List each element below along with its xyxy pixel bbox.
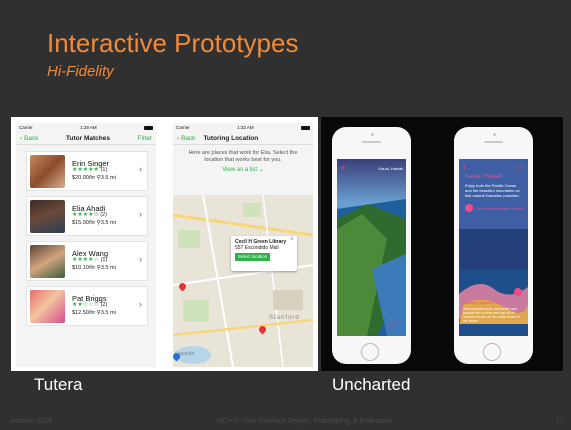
- rating-count: (1): [100, 167, 108, 174]
- slide-title: Interactive Prototypes: [47, 28, 299, 58]
- screen-title: Tutoring Location: [203, 134, 259, 142]
- back-label: Back: [180, 134, 196, 142]
- caption-tutera: Tutera: [34, 375, 83, 394]
- chevron-left-icon[interactable]: ‹: [463, 162, 466, 172]
- rating-stars: ★★★★☆: [72, 257, 99, 264]
- tutor-row-alex[interactable]: Alex Wang ★★★★☆ (1) $10.10/hr ⚲3.5 mi ›: [26, 241, 148, 281]
- phone-mockup-1: ≡ Kauai, Hawaii ♡: [332, 127, 411, 364]
- rating-stars: ★★★★½: [72, 212, 99, 219]
- location-popup: Cecil H Green Library 557 Escondido Mall…: [231, 236, 297, 271]
- hourly-rate: $15.00/hr: [72, 219, 96, 226]
- tutoring-location-screen: Carrier 1:32 AM ‹ Back Tutoring Location…: [173, 123, 313, 367]
- speaker-icon: [484, 141, 503, 143]
- avatar: [30, 289, 65, 323]
- chevron-right-icon: ›: [139, 299, 142, 309]
- binoculars-icon: [514, 288, 522, 296]
- nav-bar: ‹ Back Tutor Matches Filter: [16, 132, 156, 145]
- phone2-item2-description: See beautiful coral, sea turtles and tro…: [463, 307, 520, 323]
- distance: 3.5 mi: [100, 174, 116, 181]
- rating-stars: ★★★★★: [72, 167, 99, 174]
- back-label: Back: [23, 134, 39, 142]
- nav-bar: ‹ Back Tutoring Location: [173, 132, 313, 145]
- status-bar: Carrier 1:32 AM: [173, 123, 313, 132]
- phone1-place: Kauai, Hawaii: [378, 166, 403, 171]
- select-location-button[interactable]: Select location: [235, 253, 271, 261]
- home-button[interactable]: [483, 343, 501, 361]
- slide-subtitle: Hi-Fidelity: [47, 63, 114, 80]
- footer-term: Autumn 2014: [10, 418, 52, 425]
- footer-page-number: 17: [556, 418, 564, 425]
- carrier-label: Carrier: [19, 125, 33, 130]
- phone2-item1[interactable]: Crash at the Beach Hostel: [476, 206, 523, 211]
- view-as-list-link[interactable]: View as a list ⌄: [173, 166, 313, 173]
- avatar: [30, 154, 65, 188]
- close-icon[interactable]: ×: [290, 236, 294, 243]
- distance: 3.5 mi: [100, 309, 116, 316]
- phone2-description: Enjoy both the Pacific Ocean and the bea…: [465, 183, 520, 198]
- rating-stars: ★★☆☆☆: [72, 302, 99, 309]
- battery-icon: [144, 125, 153, 130]
- rating-count: (2): [100, 302, 108, 309]
- hostel-icon: [465, 204, 473, 212]
- phone2-place: Kauai, Hawaii: [465, 174, 502, 180]
- filter-button[interactable]: Filter: [138, 135, 152, 142]
- map-graphic: [173, 195, 313, 367]
- avatar: [30, 199, 65, 233]
- status-time: 1:29 AM: [80, 125, 97, 130]
- heart-icon[interactable]: ♡: [514, 162, 523, 176]
- phone1-screen: ≡ Kauai, Hawaii ♡: [337, 159, 406, 336]
- chevron-right-icon: ›: [139, 209, 142, 219]
- kauai-coast-image: [337, 159, 406, 336]
- slide: Interactive Prototypes Hi-Fidelity Carri…: [0, 0, 571, 430]
- view-as-list-label: View as a list: [222, 167, 258, 173]
- phone-mockup-2: ‹ ♡ Kauai, Hawaii Enjoy both the Pacific…: [454, 127, 533, 364]
- chevron-right-icon: ›: [139, 164, 142, 174]
- phone2-screen: ‹ ♡ Kauai, Hawaii Enjoy both the Pacific…: [459, 159, 528, 336]
- battery-icon: [301, 125, 310, 130]
- hourly-rate: $12.50/hr: [72, 309, 96, 316]
- tutera-panel: Carrier 1:29 AM ‹ Back Tutor Matches Fil…: [11, 117, 318, 371]
- carrier-label: Carrier: [176, 125, 190, 130]
- menu-icon[interactable]: ≡: [341, 165, 345, 172]
- screen-title: Tutor Matches: [66, 134, 110, 142]
- hourly-rate: $20.00/hr: [72, 174, 96, 181]
- back-button[interactable]: ‹ Back: [177, 135, 195, 142]
- tutor-row-pat[interactable]: Pat Briggs ★★☆☆☆ (2) $12.50/hr ⚲3.5 mi ›: [26, 286, 148, 326]
- phone2-item2[interactable]: Snorkel Tunnels Reef: [463, 300, 501, 305]
- back-button[interactable]: ‹ Back: [20, 135, 38, 142]
- footer-course: HCI+D: User Interface Design, Prototypin…: [217, 418, 393, 425]
- heart-icon[interactable]: ♡: [386, 317, 399, 331]
- caption-uncharted: Uncharted: [332, 375, 411, 394]
- map-view[interactable]: Stanford Lagunita: [173, 195, 313, 367]
- speaker-icon: [362, 141, 381, 143]
- tutor-row-elia[interactable]: Elia Ahadi ★★★★½ (2) $15.00/hr ⚲3.5 mi ›: [26, 196, 148, 236]
- popup-address: 557 Escondido Mall: [235, 245, 279, 251]
- distance: 3.5 mi: [100, 264, 116, 271]
- status-time: 1:32 AM: [237, 125, 254, 130]
- status-bar: Carrier 1:29 AM: [16, 123, 156, 132]
- home-button[interactable]: [361, 343, 379, 361]
- chevron-down-icon: ⌄: [258, 167, 264, 173]
- avatar: [30, 244, 65, 278]
- rating-count: (2): [100, 212, 107, 219]
- location-message: Here are places that work for Elia. Sele…: [188, 150, 298, 163]
- camera-icon: [493, 133, 496, 136]
- tutor-row-erin[interactable]: Erin Singer ★★★★★ (1) $20.00/hr ⚲3.5 mi …: [26, 151, 148, 191]
- camera-icon: [371, 133, 374, 136]
- hourly-rate: $10.10/hr: [72, 264, 96, 271]
- rating-count: (1): [100, 257, 108, 264]
- map-label-stanford: Stanford: [269, 315, 300, 321]
- chevron-right-icon: ›: [139, 254, 142, 264]
- distance: 3.5 mi: [100, 219, 116, 226]
- tutor-matches-screen: Carrier 1:29 AM ‹ Back Tutor Matches Fil…: [16, 123, 156, 367]
- uncharted-panel: ≡ Kauai, Hawaii ♡ ‹ ♡ Kauai, Hawaii Enjo…: [321, 117, 563, 371]
